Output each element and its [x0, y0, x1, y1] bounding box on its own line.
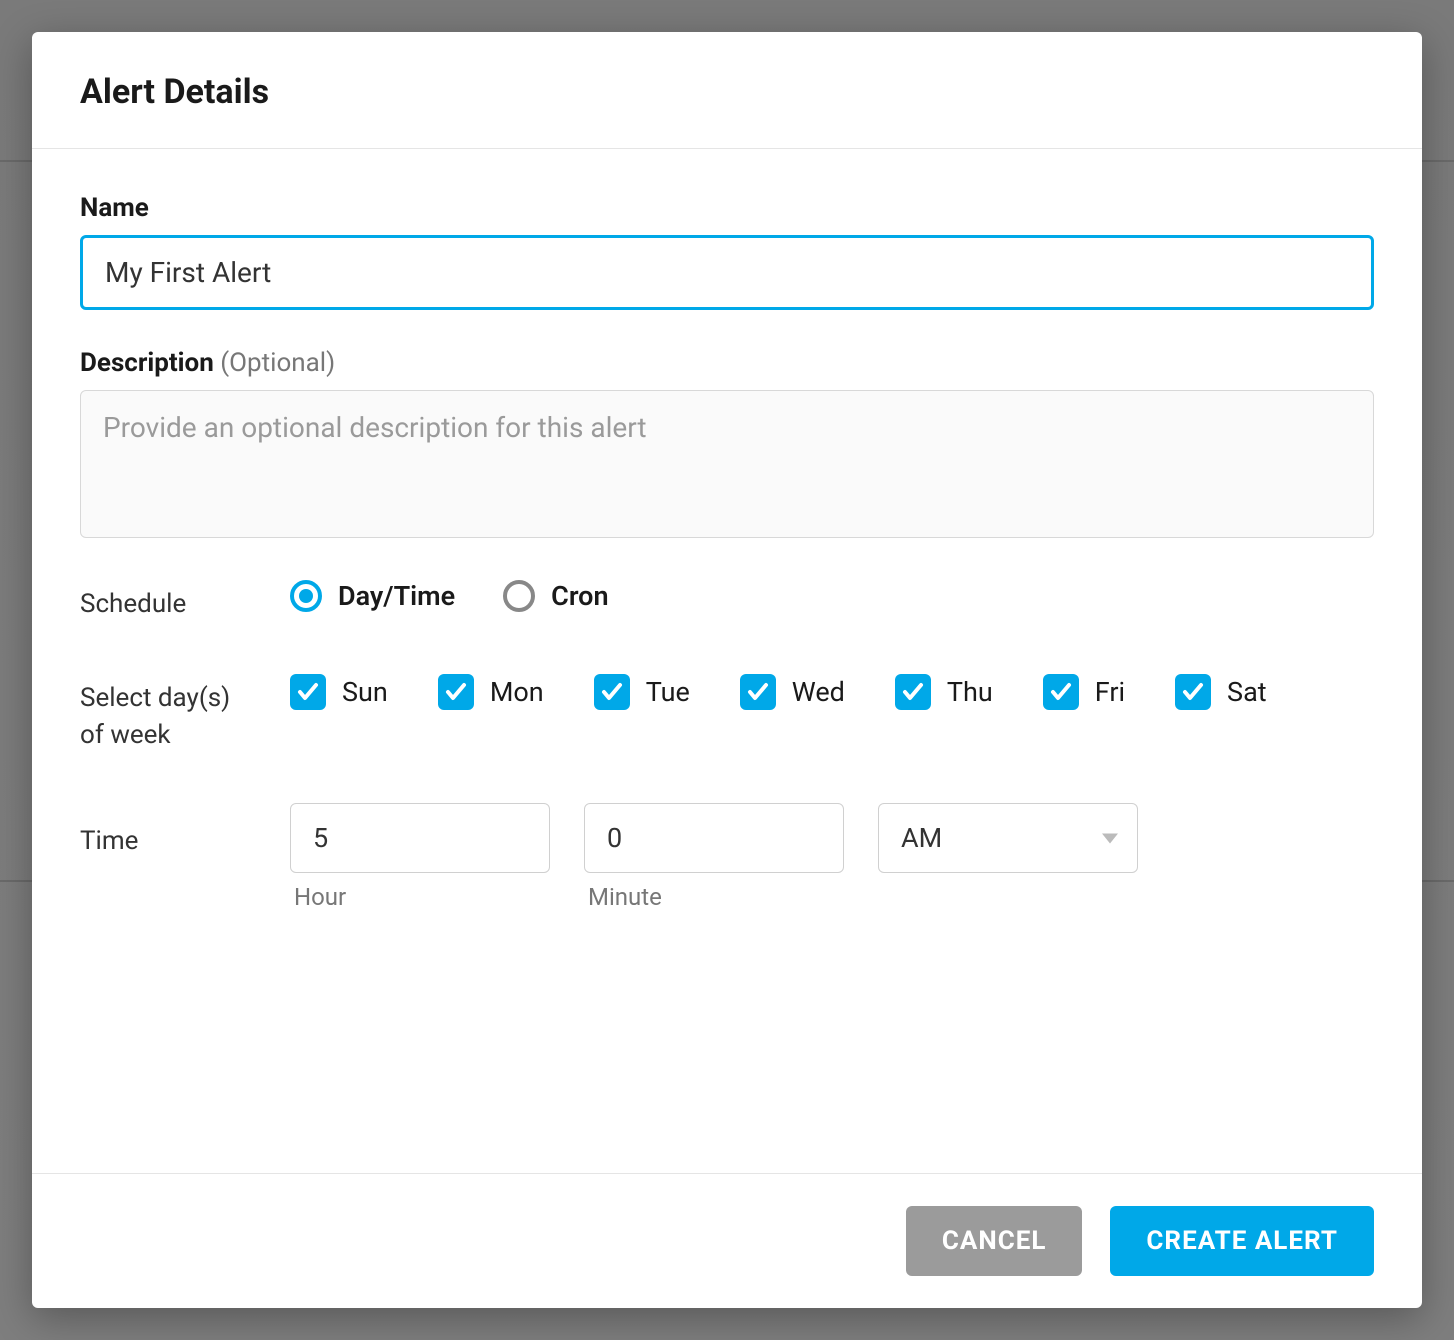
- radio-cron-label: Cron: [551, 580, 608, 612]
- check-icon: [594, 674, 630, 710]
- radio-daytime-label: Day/Time: [338, 580, 455, 612]
- checkbox-sun-label: Sun: [342, 676, 388, 708]
- checkbox-fri-label: Fri: [1095, 676, 1125, 708]
- modal-footer: CANCEL CREATE ALERT: [32, 1173, 1422, 1308]
- alert-details-modal: Alert Details Name Description (Optional…: [32, 32, 1422, 1308]
- checkbox-fri[interactable]: Fri: [1043, 674, 1125, 710]
- checkbox-sat-label: Sat: [1227, 676, 1267, 708]
- schedule-label: Schedule: [80, 580, 260, 624]
- ampm-wrap: AM: [878, 803, 1138, 873]
- time-row: Time Hour Minute AM: [80, 803, 1374, 911]
- description-label-text: Description: [80, 348, 214, 378]
- time-label: Time: [80, 803, 260, 861]
- modal-header: Alert Details: [32, 32, 1422, 149]
- check-icon: [1175, 674, 1211, 710]
- checkbox-tue-label: Tue: [646, 676, 690, 708]
- modal-body: Name Description (Optional) Schedule Day…: [32, 149, 1422, 1173]
- schedule-row: Schedule Day/Time Cron: [80, 580, 1374, 624]
- description-label: Description (Optional): [80, 348, 1374, 378]
- checkbox-mon[interactable]: Mon: [438, 674, 544, 710]
- radio-circle-icon: [503, 580, 535, 612]
- name-label: Name: [80, 193, 1374, 223]
- modal-title: Alert Details: [80, 72, 1374, 112]
- checkbox-wed[interactable]: Wed: [740, 674, 845, 710]
- schedule-options: Day/Time Cron: [290, 580, 1374, 612]
- checkbox-sat[interactable]: Sat: [1175, 674, 1267, 710]
- description-input[interactable]: [80, 390, 1374, 538]
- check-icon: [290, 674, 326, 710]
- create-alert-button[interactable]: CREATE ALERT: [1110, 1206, 1374, 1276]
- time-fields: Hour Minute AM: [290, 803, 1374, 911]
- checkbox-thu-label: Thu: [947, 676, 993, 708]
- days-label: Select day(s) of week: [80, 674, 260, 755]
- description-label-suffix: (Optional): [220, 348, 335, 378]
- description-group: Description (Optional): [80, 348, 1374, 542]
- hour-wrap: Hour: [290, 803, 550, 911]
- cancel-button[interactable]: CANCEL: [906, 1206, 1083, 1276]
- check-icon: [438, 674, 474, 710]
- checkbox-mon-label: Mon: [490, 676, 544, 708]
- checkbox-tue[interactable]: Tue: [594, 674, 690, 710]
- days-row: Select day(s) of week Sun Mon: [80, 674, 1374, 755]
- minute-sublabel: Minute: [584, 883, 844, 911]
- days-grid: Sun Mon Tue: [290, 674, 1374, 710]
- radio-circle-icon: [290, 580, 322, 612]
- check-icon: [895, 674, 931, 710]
- minute-wrap: Minute: [584, 803, 844, 911]
- check-icon: [1043, 674, 1079, 710]
- name-input[interactable]: [80, 235, 1374, 310]
- ampm-select[interactable]: AM: [878, 803, 1138, 873]
- checkbox-thu[interactable]: Thu: [895, 674, 993, 710]
- checkbox-sun[interactable]: Sun: [290, 674, 388, 710]
- name-group: Name: [80, 193, 1374, 310]
- radio-dot-icon: [299, 589, 313, 603]
- hour-input[interactable]: [290, 803, 550, 873]
- checkbox-wed-label: Wed: [792, 676, 845, 708]
- minute-input[interactable]: [584, 803, 844, 873]
- hour-sublabel: Hour: [290, 883, 550, 911]
- check-icon: [740, 674, 776, 710]
- radio-cron[interactable]: Cron: [503, 580, 608, 612]
- radio-daytime[interactable]: Day/Time: [290, 580, 455, 612]
